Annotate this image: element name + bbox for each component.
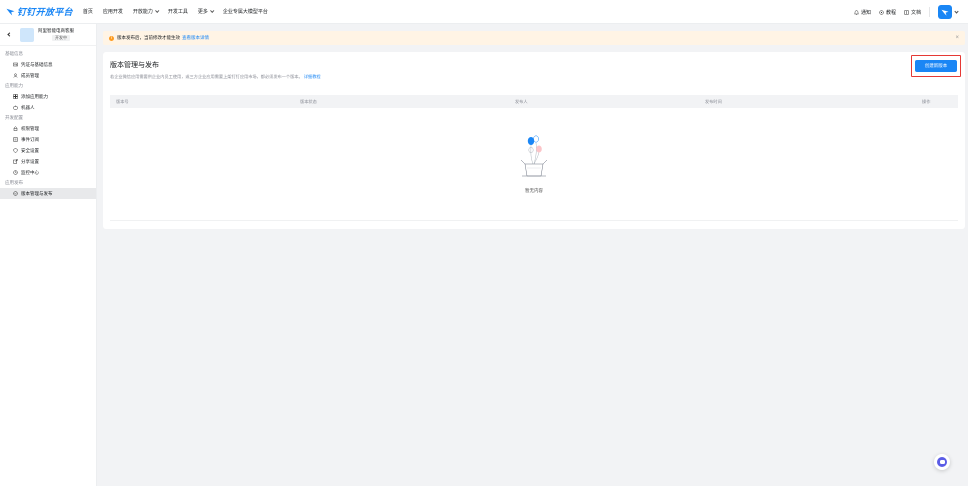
topbar-divider xyxy=(929,7,930,17)
monitor-icon xyxy=(13,170,18,175)
sidebar-item-add-capability[interactable]: 添加应用能力 xyxy=(0,91,96,102)
sidebar-group-basic-info: 基础信息 xyxy=(5,51,23,56)
user-avatar-menu[interactable] xyxy=(938,5,959,19)
sidebar-item-credentials[interactable]: 凭证与基础信息 xyxy=(0,59,96,70)
nav-item-more[interactable]: 更多 xyxy=(197,8,215,15)
table-bottom-divider xyxy=(110,220,958,221)
chevron-down-icon xyxy=(154,8,160,13)
column-header-status: 版本状态 xyxy=(300,98,317,104)
sidebar-group-app-release: 应用发布 xyxy=(5,180,23,185)
chevron-down-icon xyxy=(209,8,215,13)
nav-item-home[interactable]: 首页 xyxy=(83,8,93,15)
top-navigation-bar: 钉钉开放平台 首页 应用开发 开放能力 开发工具 更多 企业专属大模型平台 通知… xyxy=(0,0,968,24)
empty-box-balloons-illustration xyxy=(514,132,554,182)
empty-state: 暂无内容 xyxy=(103,132,965,194)
app-header: 阿里智能电商客服 开发中 xyxy=(0,24,96,46)
logo-text: 钉钉开放平台 xyxy=(17,7,73,17)
sidebar: 阿里智能电商客服 开发中 基础信息 凭证与基础信息 成员管理 应用能力 添加应用… xyxy=(0,24,97,486)
column-header-publisher: 发布人 xyxy=(515,98,528,104)
app-name: 阿里智能电商客服 xyxy=(38,28,74,33)
robot-icon xyxy=(13,105,18,110)
version-management-card: 版本管理与发布 若企业微信应用需要供企业内员工使用，或三方企业应用需要上架钉钉应… xyxy=(103,52,965,229)
sidebar-item-label: 分享设置 xyxy=(21,158,39,164)
bell-icon xyxy=(853,9,860,15)
notifications-button[interactable]: 通知 xyxy=(853,9,871,16)
sidebar-item-security[interactable]: 安全设置 xyxy=(0,145,96,156)
sidebar-item-label: 版本管理与发布 xyxy=(21,190,53,196)
nav-label: 应用开发 xyxy=(102,9,123,15)
create-new-version-button[interactable]: 创建新版本 xyxy=(915,60,957,72)
docs-icon xyxy=(904,10,909,15)
nav-label: 开发工具 xyxy=(167,9,188,15)
nav-label: 开放能力 xyxy=(132,9,153,15)
top-right-actions: 通知 教程 文档 xyxy=(853,0,968,24)
app-meta: 阿里智能电商客服 开发中 xyxy=(38,28,74,41)
sidebar-item-share-settings[interactable]: 分享设置 xyxy=(0,156,96,167)
notice-banner: ! 版本发布后，当前修改才能生效 查看版本详情 × xyxy=(103,31,965,45)
close-icon[interactable]: × xyxy=(955,35,959,41)
empty-state-text: 暂无内容 xyxy=(525,188,543,193)
version-icon xyxy=(13,191,18,196)
notice-text: 版本发布后，当前修改才能生效 xyxy=(117,35,180,40)
sidebar-item-label: 监控中心 xyxy=(21,169,39,175)
notifications-label: 通知 xyxy=(860,9,871,16)
add-capability-icon xyxy=(13,94,18,99)
credential-icon xyxy=(13,62,18,67)
sidebar-item-monitor-center[interactable]: 监控中心 xyxy=(0,167,96,178)
detailed-tutorial-link[interactable]: 详细教程 xyxy=(304,74,321,79)
warning-icon: ! xyxy=(109,35,114,41)
chevron-down-icon xyxy=(954,8,959,14)
column-header-publish-time: 发布时间 xyxy=(705,98,722,104)
nav-label: 企业专属大模型平台 xyxy=(222,9,268,15)
table-header: 版本号 版本状态 发布人 发布时间 操作 xyxy=(110,95,958,108)
sidebar-item-label: 事件订阅 xyxy=(21,136,39,142)
nav-label: 更多 xyxy=(197,9,208,15)
nav-item-enterprise-llm[interactable]: 企业专属大模型平台 xyxy=(223,8,268,15)
nav-item-dev-tools[interactable]: 开发工具 xyxy=(168,8,188,15)
tutorial-label: 教程 xyxy=(885,9,896,16)
app-icon xyxy=(20,27,34,42)
sidebar-item-version-management[interactable]: 版本管理与发布 xyxy=(0,188,96,199)
sidebar-item-permissions[interactable]: 权限管理 xyxy=(0,123,96,134)
nav-item-open-capabilities[interactable]: 开放能力 xyxy=(132,8,160,15)
status-badge: 开发中 xyxy=(52,35,70,41)
sidebar-item-label: 凭证与基础信息 xyxy=(21,61,53,67)
tutorial-icon xyxy=(879,9,884,15)
description-text: 若企业微信应用需要供企业内员工使用，或三方企业应用需要上架钉钉应用市场，都必须发… xyxy=(110,74,303,79)
nav-label: 首页 xyxy=(82,9,93,15)
sidebar-item-members[interactable]: 成员管理 xyxy=(0,70,96,81)
lock-icon xyxy=(13,126,18,131)
column-header-version: 版本号 xyxy=(116,98,129,104)
sidebar-item-label: 机器人 xyxy=(21,104,35,110)
docs-label: 文档 xyxy=(910,9,921,16)
chevron-left-icon xyxy=(6,32,12,37)
dingtalk-logo-icon xyxy=(6,8,15,16)
main-nav: 首页 应用开发 开放能力 开发工具 更多 企业专属大模型平台 xyxy=(83,0,278,24)
sidebar-item-label: 添加应用能力 xyxy=(21,93,48,99)
page-title: 版本管理与发布 xyxy=(110,62,159,69)
page-description: 若企业微信应用需要供企业内员工使用，或三方企业应用需要上架钉钉应用市场，都必须发… xyxy=(110,74,321,80)
sidebar-item-label: 权限管理 xyxy=(21,125,39,131)
docs-button[interactable]: 文档 xyxy=(904,9,921,16)
assistant-icon xyxy=(937,457,947,467)
sidebar-item-label: 成员管理 xyxy=(21,72,39,78)
nav-item-app-dev[interactable]: 应用开发 xyxy=(103,8,123,15)
shield-icon xyxy=(13,148,18,153)
sidebar-group-dev-config: 开发配置 xyxy=(5,115,23,120)
share-icon xyxy=(13,159,18,164)
sidebar-item-label: 安全设置 xyxy=(21,147,39,153)
member-icon xyxy=(13,73,18,78)
dingtalk-avatar-icon xyxy=(941,9,949,16)
sidebar-item-robot[interactable]: 机器人 xyxy=(0,102,96,113)
view-version-details-link[interactable]: 查看版本详情 xyxy=(182,35,209,41)
sidebar-item-event-subscription[interactable]: 事件订阅 xyxy=(0,134,96,145)
sidebar-group-app-capabilities: 应用能力 xyxy=(5,83,23,88)
column-header-actions: 操作 xyxy=(922,98,931,104)
back-button[interactable] xyxy=(5,31,13,39)
dingtalk-open-platform-logo[interactable]: 钉钉开放平台 xyxy=(6,0,73,24)
assistant-float-button[interactable] xyxy=(934,454,950,470)
avatar xyxy=(938,5,952,19)
event-icon xyxy=(13,137,18,142)
tutorial-button[interactable]: 教程 xyxy=(879,9,896,16)
